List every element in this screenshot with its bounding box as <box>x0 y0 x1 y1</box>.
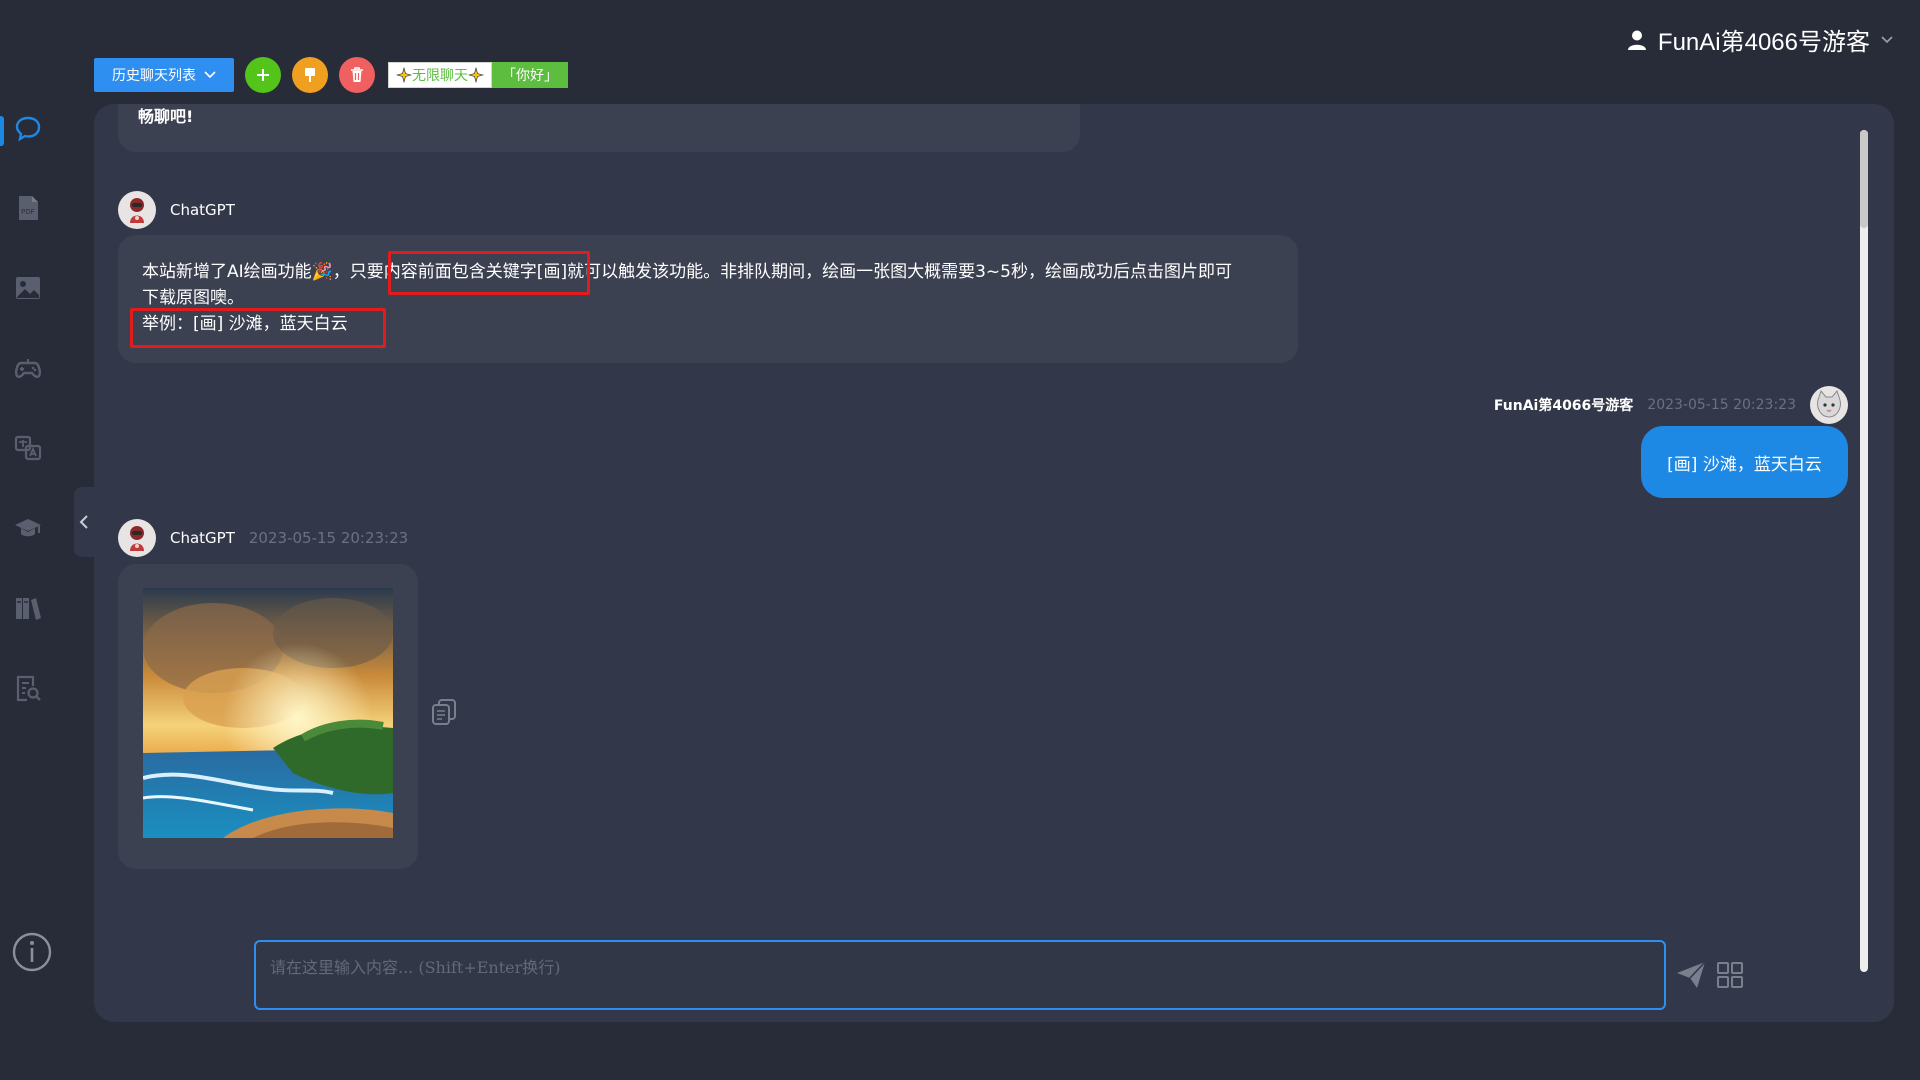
robot-avatar-icon <box>130 526 144 551</box>
message-sender: ChatGPT <box>118 191 235 229</box>
sidebar-item-chat[interactable] <box>0 100 56 156</box>
highlight-box-example <box>130 308 386 348</box>
user-name: FunAi第4066号游客 <box>1657 29 1870 56</box>
image-icon <box>16 277 40 299</box>
library-icon <box>16 598 41 620</box>
tag-group: 无限聊天 「你好」 <box>388 62 568 88</box>
sidebar-item-pdf[interactable]: PDF <box>0 180 56 236</box>
pdf-icon: PDF <box>19 196 38 220</box>
scrollbar-thumb[interactable] <box>1860 130 1868 228</box>
new-chat-button[interactable] <box>245 57 281 93</box>
chatgpt-avatar <box>118 191 156 229</box>
plus-icon <box>257 69 269 81</box>
info-button[interactable] <box>10 930 54 974</box>
chat-icon <box>15 116 41 142</box>
pin-button[interactable] <box>292 57 328 93</box>
sidebar-item-library[interactable] <box>0 580 56 636</box>
sparkle-icon <box>468 67 484 83</box>
trash-icon <box>351 67 363 82</box>
sender-name: FunAi第4066号游客 <box>1493 398 1634 414</box>
highlight-box-keyword <box>388 251 590 295</box>
message-time: 2023-05-15 20:23:23 <box>1647 397 1796 413</box>
user-message-bubble: [画] 沙滩，蓝天白云 <box>1641 426 1848 498</box>
document-search-icon <box>16 675 41 702</box>
generated-beach-image[interactable] <box>143 588 393 838</box>
user-icon <box>1627 30 1646 50</box>
sparkle-icon <box>396 67 412 83</box>
graduation-icon <box>15 519 41 537</box>
sidebar-item-image[interactable] <box>0 260 56 316</box>
gamepad-icon <box>15 359 41 378</box>
sender-name: ChatGPT <box>170 529 235 547</box>
unlimited-chat-tag: 无限聊天 <box>388 62 492 88</box>
history-list-label: 历史聊天列表 <box>112 68 196 84</box>
chat-panel: 畅聊吧! ChatGPT 本站新增了AI绘画功能🎉，只要内容前面包含关键字[画]… <box>94 104 1894 1022</box>
pin-icon <box>305 68 315 82</box>
sidebar-item-translate[interactable] <box>0 420 56 476</box>
image-message-bubble <box>118 564 418 869</box>
copy-icon[interactable] <box>431 698 457 726</box>
hello-tag: 「你好」 <box>492 62 568 88</box>
unlimited-chat-label: 无限聊天 <box>412 68 468 84</box>
sender-name: ChatGPT <box>170 201 235 219</box>
translate-icon <box>14 435 42 461</box>
history-list-button[interactable]: 历史聊天列表 <box>94 58 234 92</box>
message-sender: ChatGPT 2023-05-15 20:23:23 <box>118 519 408 557</box>
robot-avatar-icon <box>130 198 144 223</box>
user-menu[interactable]: FunAi第4066号游客 <box>1626 22 1894 57</box>
message-input[interactable] <box>256 942 1664 1008</box>
scrollbar[interactable] <box>1860 130 1868 972</box>
sidebar-item-search-doc[interactable] <box>0 660 56 716</box>
chatgpt-avatar <box>118 519 156 557</box>
message-line: 本站新增了AI绘画功能🎉，只要内容前面包含关键字[画]就可以触发该功能。非排队期… <box>142 262 1232 282</box>
sidebar-item-game[interactable] <box>0 340 56 396</box>
user-avatar <box>1810 386 1848 424</box>
message-input-box <box>254 940 1666 1010</box>
grid-menu-icon[interactable] <box>1715 960 1745 990</box>
cat-avatar-icon <box>1817 389 1841 418</box>
user-message-header: FunAi第4066号游客 2023-05-15 20:23:23 <box>1494 386 1848 424</box>
active-indicator <box>0 116 4 146</box>
message-time: 2023-05-15 20:23:23 <box>248 529 409 547</box>
toolbar: 历史聊天列表 无限聊天 「你好」 <box>94 57 568 93</box>
delete-button[interactable] <box>339 57 375 93</box>
info-icon <box>12 932 52 972</box>
sidebar-item-learn[interactable] <box>0 500 56 556</box>
user-message-text: [画] 沙滩，蓝天白云 <box>1667 454 1822 475</box>
chevron-down-icon <box>1881 35 1893 43</box>
chevron-down-icon <box>204 71 216 79</box>
svg-text:PDF: PDF <box>21 208 35 216</box>
chevron-left-icon <box>79 515 88 529</box>
previous-message-bubble: 畅聊吧! <box>118 104 1080 152</box>
previous-message-text: 畅聊吧! <box>138 107 194 126</box>
send-icon[interactable] <box>1674 958 1708 992</box>
collapse-sidebar-button[interactable] <box>74 487 94 557</box>
